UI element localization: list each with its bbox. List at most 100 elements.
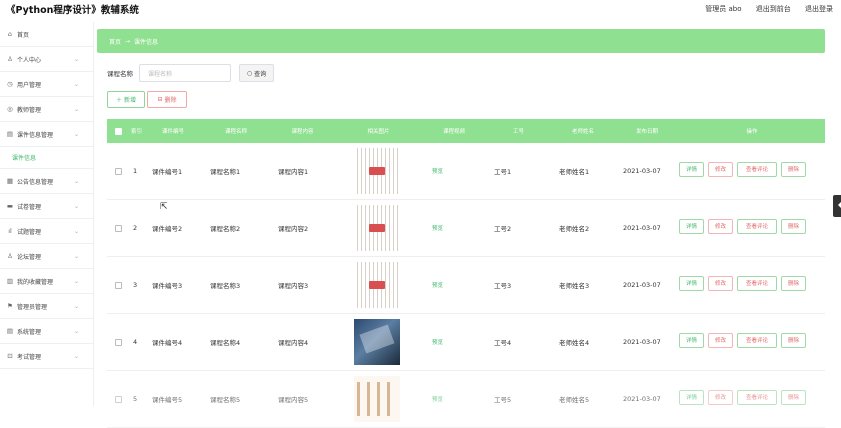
header-staff-no[interactable]: 工号	[486, 127, 551, 135]
add-button[interactable]: ＋ 新增	[107, 91, 145, 108]
delete-button[interactable]: ⊟ 删除	[147, 91, 187, 108]
cell-code: 课件编号3	[152, 282, 183, 290]
view-comments-button[interactable]: 查看评论	[737, 332, 777, 348]
edit-button[interactable]: 修改	[708, 332, 733, 348]
video-preview-link[interactable]: 预览	[422, 167, 486, 175]
video-preview-link[interactable]: 预览	[422, 224, 486, 232]
sidebar-item-label: 系统管理	[17, 328, 42, 336]
sidebar-item-label: 个人中心	[17, 56, 42, 64]
course-image-thumbnail[interactable]	[354, 205, 400, 251]
cell-name: 课程名称1	[210, 168, 241, 176]
row-actions: 详情 修改 查看评论 删除	[679, 275, 825, 295]
video-preview-link[interactable]: 预览	[422, 338, 486, 346]
cell-content: 课程内容1	[278, 168, 309, 176]
chevron-down-icon: ⌄	[73, 105, 79, 113]
sidebar-item-label: 管理员管理	[17, 303, 48, 311]
row-delete-button[interactable]: 删除	[781, 161, 806, 177]
edit-button[interactable]: 修改	[708, 218, 733, 234]
detail-button[interactable]: 详情	[679, 389, 704, 405]
select-all-checkbox[interactable]	[107, 127, 129, 135]
sidebar-item-12[interactable]: ▤ 系统管理 ⌄	[0, 319, 93, 344]
sidebar-item-label: 首页	[17, 31, 30, 39]
sidebar-item-6[interactable]: ▦ 公告信息管理 ⌄	[0, 169, 93, 194]
chevron-down-icon: ⌄	[73, 177, 79, 185]
video-preview-link[interactable]: 预览	[422, 395, 486, 403]
row-checkbox[interactable]	[107, 395, 129, 403]
detail-button[interactable]: 详情	[679, 332, 704, 348]
sidebar-item-0[interactable]: ⌂ 首页	[0, 22, 93, 47]
header-teacher[interactable]: 老师姓名	[551, 127, 615, 135]
cell-date: 2021-03-07	[623, 224, 661, 232]
view-comments-button[interactable]: 查看评论	[737, 161, 777, 177]
header-name[interactable]: 课程名称	[202, 127, 270, 135]
action-row: ＋ 新增 ⊟ 删除	[107, 91, 189, 108]
row-checkbox[interactable]	[107, 224, 129, 232]
cell-teacher: 老师姓名3	[559, 282, 590, 290]
course-image-thumbnail[interactable]	[354, 262, 400, 308]
sidebar-item-11[interactable]: ⚑ 管理员管理 ⌄	[0, 294, 93, 319]
cell-code: 课件编号4	[152, 339, 183, 347]
detail-button[interactable]: 详情	[679, 161, 704, 177]
user-icon: ♙	[7, 55, 13, 63]
sidebar-item-8[interactable]: ıl 试题管理 ⌄	[0, 219, 93, 244]
row-delete-button[interactable]: 删除	[781, 389, 806, 405]
view-comments-button[interactable]: 查看评论	[737, 389, 777, 405]
back-to-front-link[interactable]: 退出到前台	[756, 5, 791, 13]
search-input[interactable]: 课程名称	[139, 64, 231, 82]
edit-button[interactable]: 修改	[708, 275, 733, 291]
breadcrumb-home[interactable]: 首页	[109, 37, 121, 46]
course-image-thumbnail[interactable]	[354, 319, 400, 365]
table-header: 索引 课件编号 课程名称 课程内容 相关图片 课程视频 工号 老师姓名 发布日期…	[107, 119, 825, 143]
header-video[interactable]: 课程视频	[422, 127, 486, 135]
edit-button[interactable]: 修改	[708, 389, 733, 405]
sidebar-item-label: 用户管理	[17, 81, 42, 89]
system-icon: ▤	[6, 327, 14, 335]
search-button[interactable]: ○ 查询	[239, 64, 274, 82]
chevron-down-icon: ⌄	[73, 55, 79, 63]
sidebar-item-7[interactable]: ▬ 试卷管理 ⌄	[0, 194, 93, 219]
logout-link[interactable]: 退出登录	[805, 5, 833, 13]
course-image-thumbnail[interactable]	[354, 148, 400, 194]
detail-button[interactable]: 详情	[679, 275, 704, 291]
view-comments-button[interactable]: 查看评论	[737, 218, 777, 234]
cell-image	[335, 262, 422, 308]
forum-icon: ♙	[7, 252, 13, 260]
row-actions: 详情 修改 查看评论 删除	[679, 332, 825, 352]
sidebar-item-10[interactable]: ▥ 我的收藏管理 ⌄	[0, 269, 93, 294]
cell-date: 2021-03-07	[623, 167, 661, 175]
row-delete-button[interactable]: 删除	[781, 332, 806, 348]
detail-button[interactable]: 详情	[679, 218, 704, 234]
home-icon: ⌂	[7, 30, 13, 38]
header-image[interactable]: 相关图片	[335, 127, 422, 135]
trash-icon: ⊟	[157, 96, 163, 103]
sidebar-item-5[interactable]: 课件信息	[0, 147, 93, 169]
cell-staff-no: 工号5	[494, 396, 512, 404]
row-delete-button[interactable]: 删除	[781, 275, 806, 291]
sidebar-item-label: 试卷管理	[17, 203, 42, 211]
sidebar-item-9[interactable]: ♙ 论坛管理 ⌄	[0, 244, 93, 269]
header-date[interactable]: 发布日期	[615, 127, 679, 135]
sidebar-item-label: 课件信息	[12, 155, 37, 162]
cell-name: 课程名称3	[210, 282, 241, 290]
side-collapse-tab[interactable]	[833, 195, 841, 217]
header-code[interactable]: 课件编号	[144, 127, 202, 135]
row-delete-button[interactable]: 删除	[781, 218, 806, 234]
cell-staff-no: 工号3	[494, 282, 512, 290]
sidebar-item-13[interactable]: ⊡ 考试管理 ⌄	[0, 344, 93, 369]
cell-name: 课程名称4	[210, 339, 241, 347]
header-content[interactable]: 课程内容	[270, 127, 335, 135]
row-checkbox[interactable]	[107, 281, 129, 289]
row-checkbox[interactable]	[107, 167, 129, 175]
cell-image	[335, 205, 422, 251]
breadcrumb-arrow-icon: →	[125, 37, 131, 45]
video-preview-link[interactable]: 预览	[422, 281, 486, 289]
view-comments-button[interactable]: 查看评论	[737, 275, 777, 291]
row-index: 2	[133, 224, 138, 232]
course-image-thumbnail[interactable]	[354, 376, 400, 422]
row-checkbox[interactable]	[107, 338, 129, 346]
sidebar-item-3[interactable]: ◎ 教师管理 ⌄	[0, 97, 93, 122]
sidebar-item-2[interactable]: ◷ 用户管理 ⌄	[0, 72, 93, 97]
sidebar-item-4[interactable]: ▤ 课件信息管理 ⌄	[0, 122, 93, 147]
edit-button[interactable]: 修改	[708, 161, 733, 177]
sidebar-item-1[interactable]: ♙ 个人中心 ⌄	[0, 47, 93, 72]
